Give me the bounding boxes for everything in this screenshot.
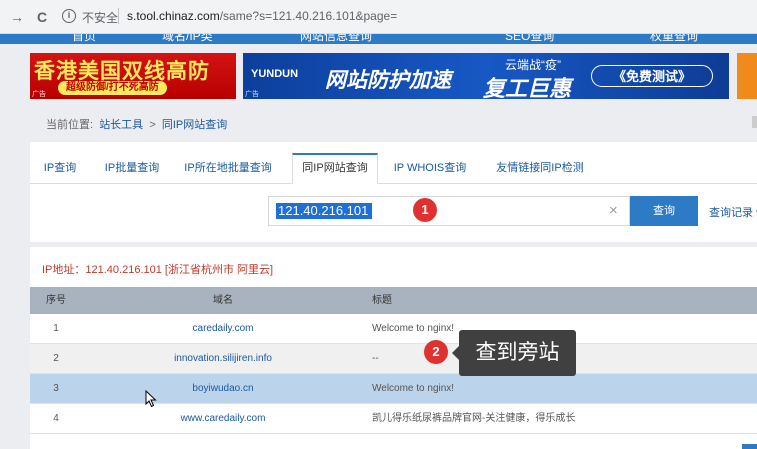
nav-item-site-info[interactable]: 网站信息查询	[300, 34, 372, 44]
table-row: 4 www.caredaily.com 凯儿得乐纸尿裤品牌官网-关注健康，得乐成…	[30, 404, 757, 434]
annotation-tooltip: 查到旁站	[452, 330, 576, 376]
row-domain-link[interactable]: innovation.silijiren.info	[125, 344, 321, 374]
nav-item-seo[interactable]: SEO查询	[505, 34, 554, 44]
table-header: 序号 域名 标题	[30, 287, 757, 314]
tab-ip-batch[interactable]: IP批量查询	[96, 153, 168, 183]
corner-widget	[742, 444, 757, 449]
header-title: 标题	[372, 295, 392, 306]
tab-ip-whois[interactable]: IP WHOIS查询	[392, 153, 468, 183]
row-domain-link[interactable]: caredaily.com	[125, 314, 321, 344]
query-card: IP查询 IP批量查询 IP所在地批量查询 同IP网站查询 IP WHOIS查询…	[30, 142, 757, 242]
breadcrumb-item-same-ip[interactable]: 同IP网站查询	[162, 119, 227, 131]
row-index: 2	[53, 353, 59, 364]
row-title: Welcome to nginx!	[372, 383, 455, 394]
row-domain-link[interactable]: www.caredaily.com	[125, 404, 321, 434]
row-index: 4	[53, 413, 59, 424]
ad-banner-right[interactable]	[737, 53, 757, 99]
breadcrumb-label: 当前位置:	[46, 119, 94, 131]
browser-toolbar: → C i 不安全 s.tool.chinaz.com/same?s=121.4…	[0, 0, 757, 34]
edge-widget	[752, 116, 757, 128]
ad-label: 广告	[245, 91, 259, 98]
banner-subtitle: 超级防御/打不死高防	[58, 81, 167, 95]
clear-icon[interactable]: ×	[609, 202, 618, 219]
header-domain: 域名	[213, 295, 233, 306]
table-row: 1 caredaily.com Welcome to nginx!	[30, 314, 757, 344]
table-row-selected: 3 boyiwudao.cn Welcome to nginx!	[30, 374, 757, 404]
query-history-dropdown[interactable]: 查询记录 ▾	[709, 204, 757, 220]
row-title: --	[372, 353, 379, 364]
tab-ip-location-batch[interactable]: IP所在地批量查询	[178, 153, 278, 183]
mouse-cursor-icon	[145, 390, 157, 408]
ad-label: 广告	[32, 91, 46, 98]
site-nav: 首页 域名/IP类 网站信息查询 SEO查询 权重查询	[0, 34, 757, 44]
free-test-button[interactable]: 《免费测试》	[591, 65, 713, 87]
row-title: 凯儿得乐纸尿裤品牌官网-关注健康，得乐成长	[372, 413, 576, 424]
banner-sub2: 复工巨惠	[483, 76, 572, 99]
ip-search-input[interactable]	[276, 203, 372, 219]
tab-same-ip-sites[interactable]: 同IP网站查询	[292, 153, 378, 184]
reload-icon[interactable]: C	[33, 8, 51, 26]
banner-slogan: 网站防护加速	[325, 69, 451, 92]
nav-item-domain-ip[interactable]: 域名/IP类	[162, 34, 213, 44]
ad-banner-yundun[interactable]: YUNDUN 网站防护加速 云端战“疫” 复工巨惠 《免费测试》 广告	[243, 53, 729, 99]
tab-ip-query[interactable]: IP查询	[30, 153, 90, 183]
step-badge-2: 2	[424, 340, 448, 364]
row-index: 3	[53, 383, 59, 394]
url-path: /same?s=121.40.216.101&page=	[219, 9, 398, 23]
url-divider	[118, 8, 119, 24]
breadcrumb-item-tools[interactable]: 站长工具	[99, 119, 143, 131]
security-label: 不安全	[82, 11, 119, 25]
nav-item-weight[interactable]: 权重查询	[650, 34, 698, 44]
nav-item-home[interactable]: 首页	[72, 34, 96, 44]
ad-banner-hk-us[interactable]: 香港美国双线高防 超级防御/打不死高防 广告	[30, 53, 236, 99]
header-index: 序号	[46, 295, 66, 306]
tab-friend-link-same-ip[interactable]: 友情链接同IP检测	[490, 153, 590, 183]
results-card: IP地址：121.40.216.101 [浙江省杭州市 阿里云] 序号 域名 标…	[30, 247, 757, 449]
ip-info-line: IP地址：121.40.216.101 [浙江省杭州市 阿里云]	[42, 264, 274, 276]
breadcrumb-sep: >	[149, 119, 156, 131]
forward-arrow-icon[interactable]: →	[8, 8, 26, 26]
address-bar[interactable]: s.tool.chinaz.com/same?s=121.40.216.101&…	[127, 9, 397, 23]
step-badge-1: 1	[413, 198, 437, 222]
yundun-logo: YUNDUN	[251, 68, 299, 80]
query-button[interactable]: 查询	[630, 196, 698, 226]
tab-bar: IP查询 IP批量查询 IP所在地批量查询 同IP网站查询 IP WHOIS查询…	[30, 153, 757, 184]
row-title: Welcome to nginx!	[372, 323, 455, 334]
row-index: 1	[53, 323, 59, 334]
breadcrumb: 当前位置: 站长工具 > 同IP网站查询	[46, 116, 227, 132]
table-row: 2 innovation.silijiren.info --	[30, 344, 757, 374]
url-host: s.tool.chinaz.com	[127, 9, 220, 23]
info-icon[interactable]: i	[62, 9, 76, 23]
search-box: ×	[268, 196, 630, 226]
